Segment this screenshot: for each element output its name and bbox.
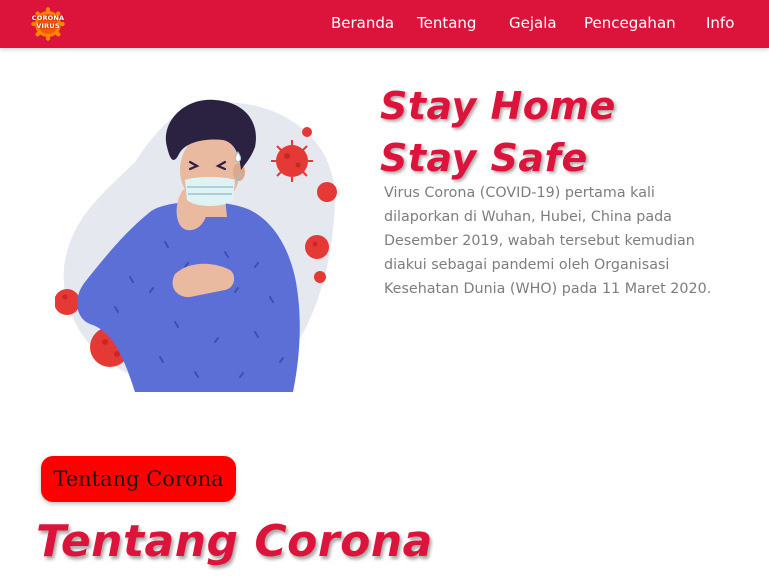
hero-title: Stay Home Stay Safe: [380, 80, 616, 184]
about-badge-label: Tentang Corona: [53, 467, 224, 491]
navbar: CORONA VIRUS Beranda Tentang Gejala Penc…: [0, 0, 769, 48]
nav-item-beranda[interactable]: Beranda: [331, 14, 394, 32]
nav-item-tentang[interactable]: Tentang: [417, 14, 476, 32]
logo-text: CORONA VIRUS: [31, 14, 65, 30]
section-title: Tentang Corona: [36, 516, 433, 567]
coughing-man-illustration: [55, 99, 337, 392]
hero-description: Virus Corona (COVID-19) pertama kali dil…: [384, 185, 712, 297]
about-badge[interactable]: Tentang Corona: [41, 456, 236, 502]
nav-item-gejala[interactable]: Gejala: [509, 14, 557, 32]
hero-title-line2: Stay Safe: [380, 136, 588, 180]
hero-title-line1: Stay Home: [380, 84, 616, 128]
nav-item-info[interactable]: Info: [706, 14, 734, 32]
nav-item-pencegahan[interactable]: Pencegahan: [584, 14, 676, 32]
